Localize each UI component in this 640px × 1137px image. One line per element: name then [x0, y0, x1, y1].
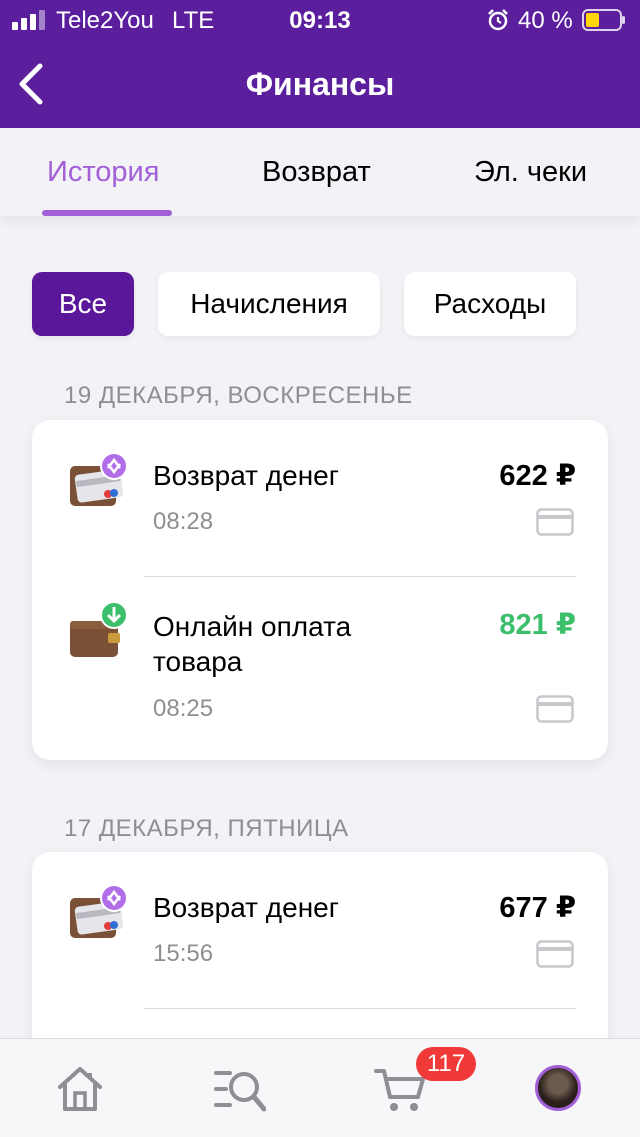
tab-refund[interactable]: Возврат	[262, 156, 371, 189]
filter-expenses[interactable]: Расходы	[404, 272, 576, 336]
transaction-time: 08:28	[153, 508, 214, 535]
card-icon	[536, 508, 574, 536]
tab-history[interactable]: История	[47, 156, 159, 189]
wallet-download-icon	[70, 601, 128, 657]
transaction-row[interactable]: Возврат денег 15:56 677 ₽	[32, 852, 608, 1008]
wallet-refund-icon	[70, 884, 128, 938]
wallet-refund-icon	[70, 452, 128, 506]
alarm-icon	[488, 9, 508, 31]
transaction-time: 08:25	[153, 695, 214, 722]
cart-badge: 117	[416, 1047, 476, 1081]
bottom-nav: 117	[0, 1038, 640, 1137]
catalog-search-icon[interactable]	[214, 1065, 266, 1113]
transaction-time: 15:56	[153, 940, 214, 967]
transaction-title: Возврат денег	[153, 892, 339, 923]
transaction-amount: 821 ₽	[499, 609, 576, 641]
battery-percent: 40 %	[518, 7, 573, 34]
battery-icon	[582, 9, 625, 31]
transaction-title: Возврат денег	[153, 460, 339, 491]
transaction-amount: 677 ₽	[499, 892, 576, 924]
profile-avatar[interactable]	[535, 1065, 581, 1111]
page-title: Финансы	[245, 66, 395, 102]
tab-e-receipts[interactable]: Эл. чеки	[474, 156, 587, 189]
home-icon[interactable]	[54, 1065, 106, 1113]
date-header: 19 ДЕКАБРЯ, ВОСКРЕСЕНЬЕ	[64, 382, 413, 409]
app-header: Финансы	[0, 40, 640, 128]
transaction-row[interactable]: Возврат денег 08:28 622 ₽	[32, 420, 608, 576]
transaction-row[interactable]: Онлайн оплата товара 08:25 821 ₽	[32, 577, 608, 760]
filter-all[interactable]: Все	[32, 272, 134, 336]
transaction-amount: 622 ₽	[499, 460, 576, 492]
tab-indicator	[42, 210, 172, 216]
date-header: 17 ДЕКАБРЯ, ПЯТНИЦА	[64, 815, 349, 842]
transaction-title: Онлайн оплата товара	[153, 611, 352, 677]
filter-income[interactable]: Начисления	[158, 272, 380, 336]
status-bar: Tele2You LTE 09:13 40 %	[0, 0, 640, 40]
divider	[144, 1008, 576, 1009]
card-icon	[536, 695, 574, 723]
transactions-card: Возврат денег 08:28 622 ₽ Онлайн оплата …	[32, 420, 608, 760]
card-icon	[536, 940, 574, 968]
tab-bar: История Возврат Эл. чеки	[0, 128, 640, 216]
transactions-card: Возврат денег 15:56 677 ₽	[32, 852, 608, 1052]
